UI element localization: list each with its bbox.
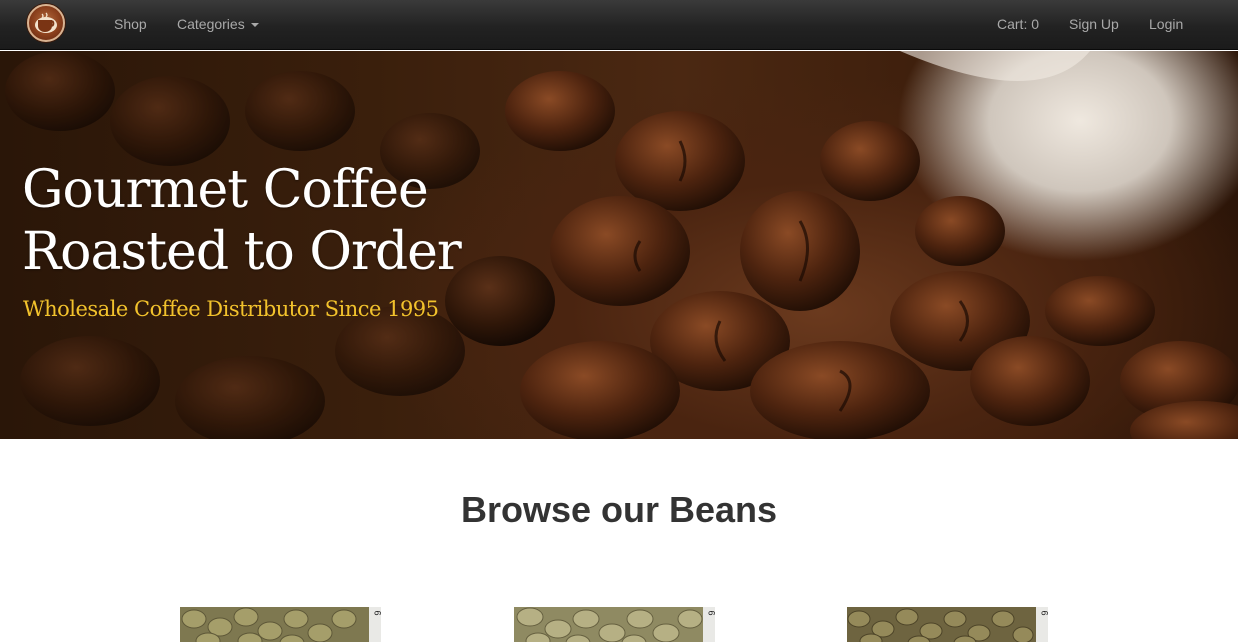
coffee-cup-logo[interactable] [27,4,65,42]
product-image[interactable]: 6 [514,607,715,642]
nav-shop-link[interactable]: Shop [114,15,147,33]
nav-categories-label: Categories [177,16,245,32]
green-coffee-beans-image [180,607,381,642]
nav-cart-link[interactable]: Cart: 0 [997,15,1039,33]
hero-title: Gourmet Coffee Roasted to Order [22,159,462,283]
nav-categories-dropdown[interactable]: Categories [177,15,259,33]
top-navbar: Shop Categories Cart: 0 Sign Up Login [0,0,1238,50]
hero-title-line2: Roasted to Order [22,222,462,282]
hero-banner: Gourmet Coffee Roasted to Order Wholesal… [0,51,1238,439]
ruler-scale: 6 [369,607,381,642]
ruler-mark: 6 [706,610,715,615]
ruler-mark: 6 [1039,610,1048,615]
ruler-scale: 6 [1036,607,1048,642]
ruler-scale: 6 [703,607,715,642]
nav-login-link[interactable]: Login [1149,15,1183,33]
coffee-cup-icon [35,12,57,33]
section-title: Browse our Beans [460,489,778,530]
product-image[interactable]: 6 [847,607,1048,642]
nav-signup-link[interactable]: Sign Up [1069,15,1119,33]
green-coffee-beans-image [847,607,1048,642]
caret-down-icon [250,23,259,28]
hero-title-line1: Gourmet Coffee [22,160,429,220]
green-coffee-beans-image [514,607,715,642]
hero-subtitle: Wholesale Coffee Distributor Since 1995 [23,297,439,321]
ruler-mark: 6 [372,610,381,615]
product-image[interactable]: 6 [180,607,381,642]
